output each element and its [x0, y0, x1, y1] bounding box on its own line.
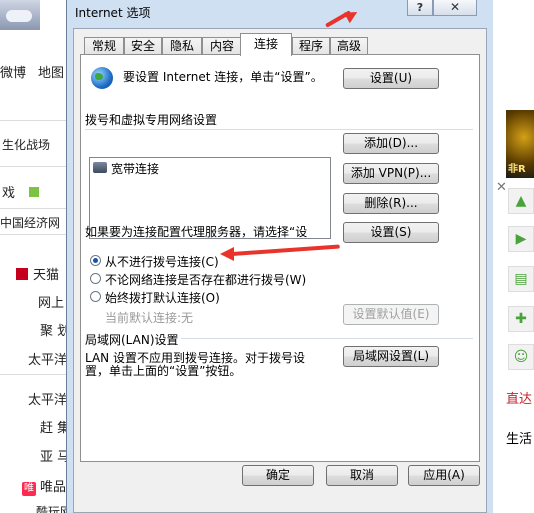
bg-link-pconline-1[interactable]: 太平洋	[28, 349, 67, 368]
tab-general[interactable]: 常规	[84, 37, 124, 55]
dialup-heading: 拨号和虚拟专用网络设置	[85, 113, 218, 127]
side-link-life[interactable]: 生活	[506, 428, 532, 447]
cancel-button[interactable]: 取消	[326, 465, 398, 486]
lan-text-line2: 置，单击上面的“设置”按钮。	[85, 364, 242, 378]
current-default-label: 当前默认连接:	[105, 311, 182, 325]
proxy-settings-button[interactable]: 设置(S)	[343, 222, 439, 243]
bg-link-vip[interactable]: 唯唯品	[22, 476, 66, 496]
lan-separator	[181, 338, 473, 339]
ok-button[interactable]: 确定	[242, 465, 314, 486]
bg-link-tmall[interactable]: 天猫	[16, 264, 59, 283]
broadband-connection-icon	[93, 162, 107, 173]
add-vpn-button[interactable]: 添加 VPN(P)...	[343, 163, 439, 184]
set-default-button[interactable]: 设置默认值(E)	[343, 304, 439, 325]
lan-settings-button[interactable]: 局域网设置(L)	[343, 346, 439, 367]
side-robot-icon[interactable]: ☺	[508, 344, 534, 370]
background-page-right: 非R ✕ ▲ ▶ ▤ ✚ ☺ 直达 生活	[488, 0, 534, 513]
tab-connections[interactable]: 连接	[240, 33, 292, 56]
list-item[interactable]: 宽带连接	[111, 160, 159, 177]
tab-content[interactable]: 内容	[202, 37, 242, 55]
dialog-title: Internet 选项	[75, 6, 151, 20]
bg-link-wangshang[interactable]: 网上	[38, 292, 64, 311]
bg-link-ce[interactable]: 中国经济网	[0, 214, 60, 231]
setup-button[interactable]: 设置(U)	[343, 68, 439, 89]
tab-advanced[interactable]: 高级	[330, 37, 368, 55]
setup-text: 要设置 Internet 连接，单击“设置”。	[123, 70, 323, 84]
tab-privacy[interactable]: 隐私	[162, 37, 202, 55]
add-button[interactable]: 添加(D)...	[343, 133, 439, 154]
help-button[interactable]: ?	[407, 0, 433, 16]
internet-globe-icon	[91, 67, 113, 89]
radio-always-dial[interactable]	[90, 291, 101, 302]
bg-link-xi[interactable]: 戏	[2, 182, 40, 201]
side-gamepad-icon[interactable]: ✚	[508, 306, 534, 332]
radio-never-dial-label[interactable]: 从不进行拨号连接(C)	[105, 253, 219, 270]
weather-icon	[0, 0, 40, 30]
bg-link-map[interactable]: 地图	[38, 62, 64, 81]
dialog-client-area: 常规 安全 隐私 内容 连接 程序 高级 要设置 Internet 连接，单击“…	[73, 28, 487, 513]
connections-page: 要设置 Internet 连接，单击“设置”。 设置(U) 拨号和虚拟专用网络设…	[80, 54, 480, 462]
current-default-value: 无	[181, 311, 194, 325]
side-link-direct[interactable]: 直达	[506, 388, 532, 407]
dialog-titlebar[interactable]: Internet 选项 ? ✕	[67, 0, 493, 24]
internet-options-dialog: Internet 选项 ? ✕ 常规 安全 隐私 内容 连接 程序 高级 要设置…	[66, 0, 493, 513]
side-shop-icon[interactable]: ▤	[508, 266, 534, 292]
background-page-left: 微博 地图 生化战场 戏 中国经济网 天猫 网上 聚 划 太平洋 太平洋 赶 集…	[0, 0, 76, 513]
radio-always-dial-label[interactable]: 始终拨打默认连接(O)	[105, 289, 220, 306]
game-banner-image[interactable]: 非R	[506, 110, 534, 178]
bg-link-weibo[interactable]: 微博	[0, 62, 26, 81]
lan-heading: 局域网(LAN)设置	[85, 333, 179, 347]
tab-security[interactable]: 安全	[124, 37, 162, 55]
close-button[interactable]: ✕	[433, 0, 477, 16]
apply-button[interactable]: 应用(A)	[408, 465, 480, 486]
banner-close-icon[interactable]: ✕	[496, 180, 507, 195]
side-video-icon[interactable]: ▶	[508, 226, 534, 252]
proxy-text: 如果要为连接配置代理服务器，请选择“设	[85, 225, 308, 239]
remove-button[interactable]: 删除(R)...	[343, 193, 439, 214]
bg-link-game[interactable]: 生化战场	[2, 136, 50, 153]
dialup-separator	[85, 129, 473, 130]
side-game-icon[interactable]: ▲	[508, 188, 534, 214]
vip-icon: 唯	[22, 482, 36, 496]
radio-dial-whenever[interactable]	[90, 273, 101, 284]
tab-programs[interactable]: 程序	[292, 37, 330, 55]
bg-link-pconline-2[interactable]: 太平洋	[28, 389, 67, 408]
green-bar-icon	[29, 187, 40, 197]
tmall-icon	[16, 268, 28, 280]
radio-never-dial[interactable]	[90, 255, 101, 266]
radio-dial-whenever-label[interactable]: 不论网络连接是否存在都进行拨号(W)	[105, 271, 306, 288]
